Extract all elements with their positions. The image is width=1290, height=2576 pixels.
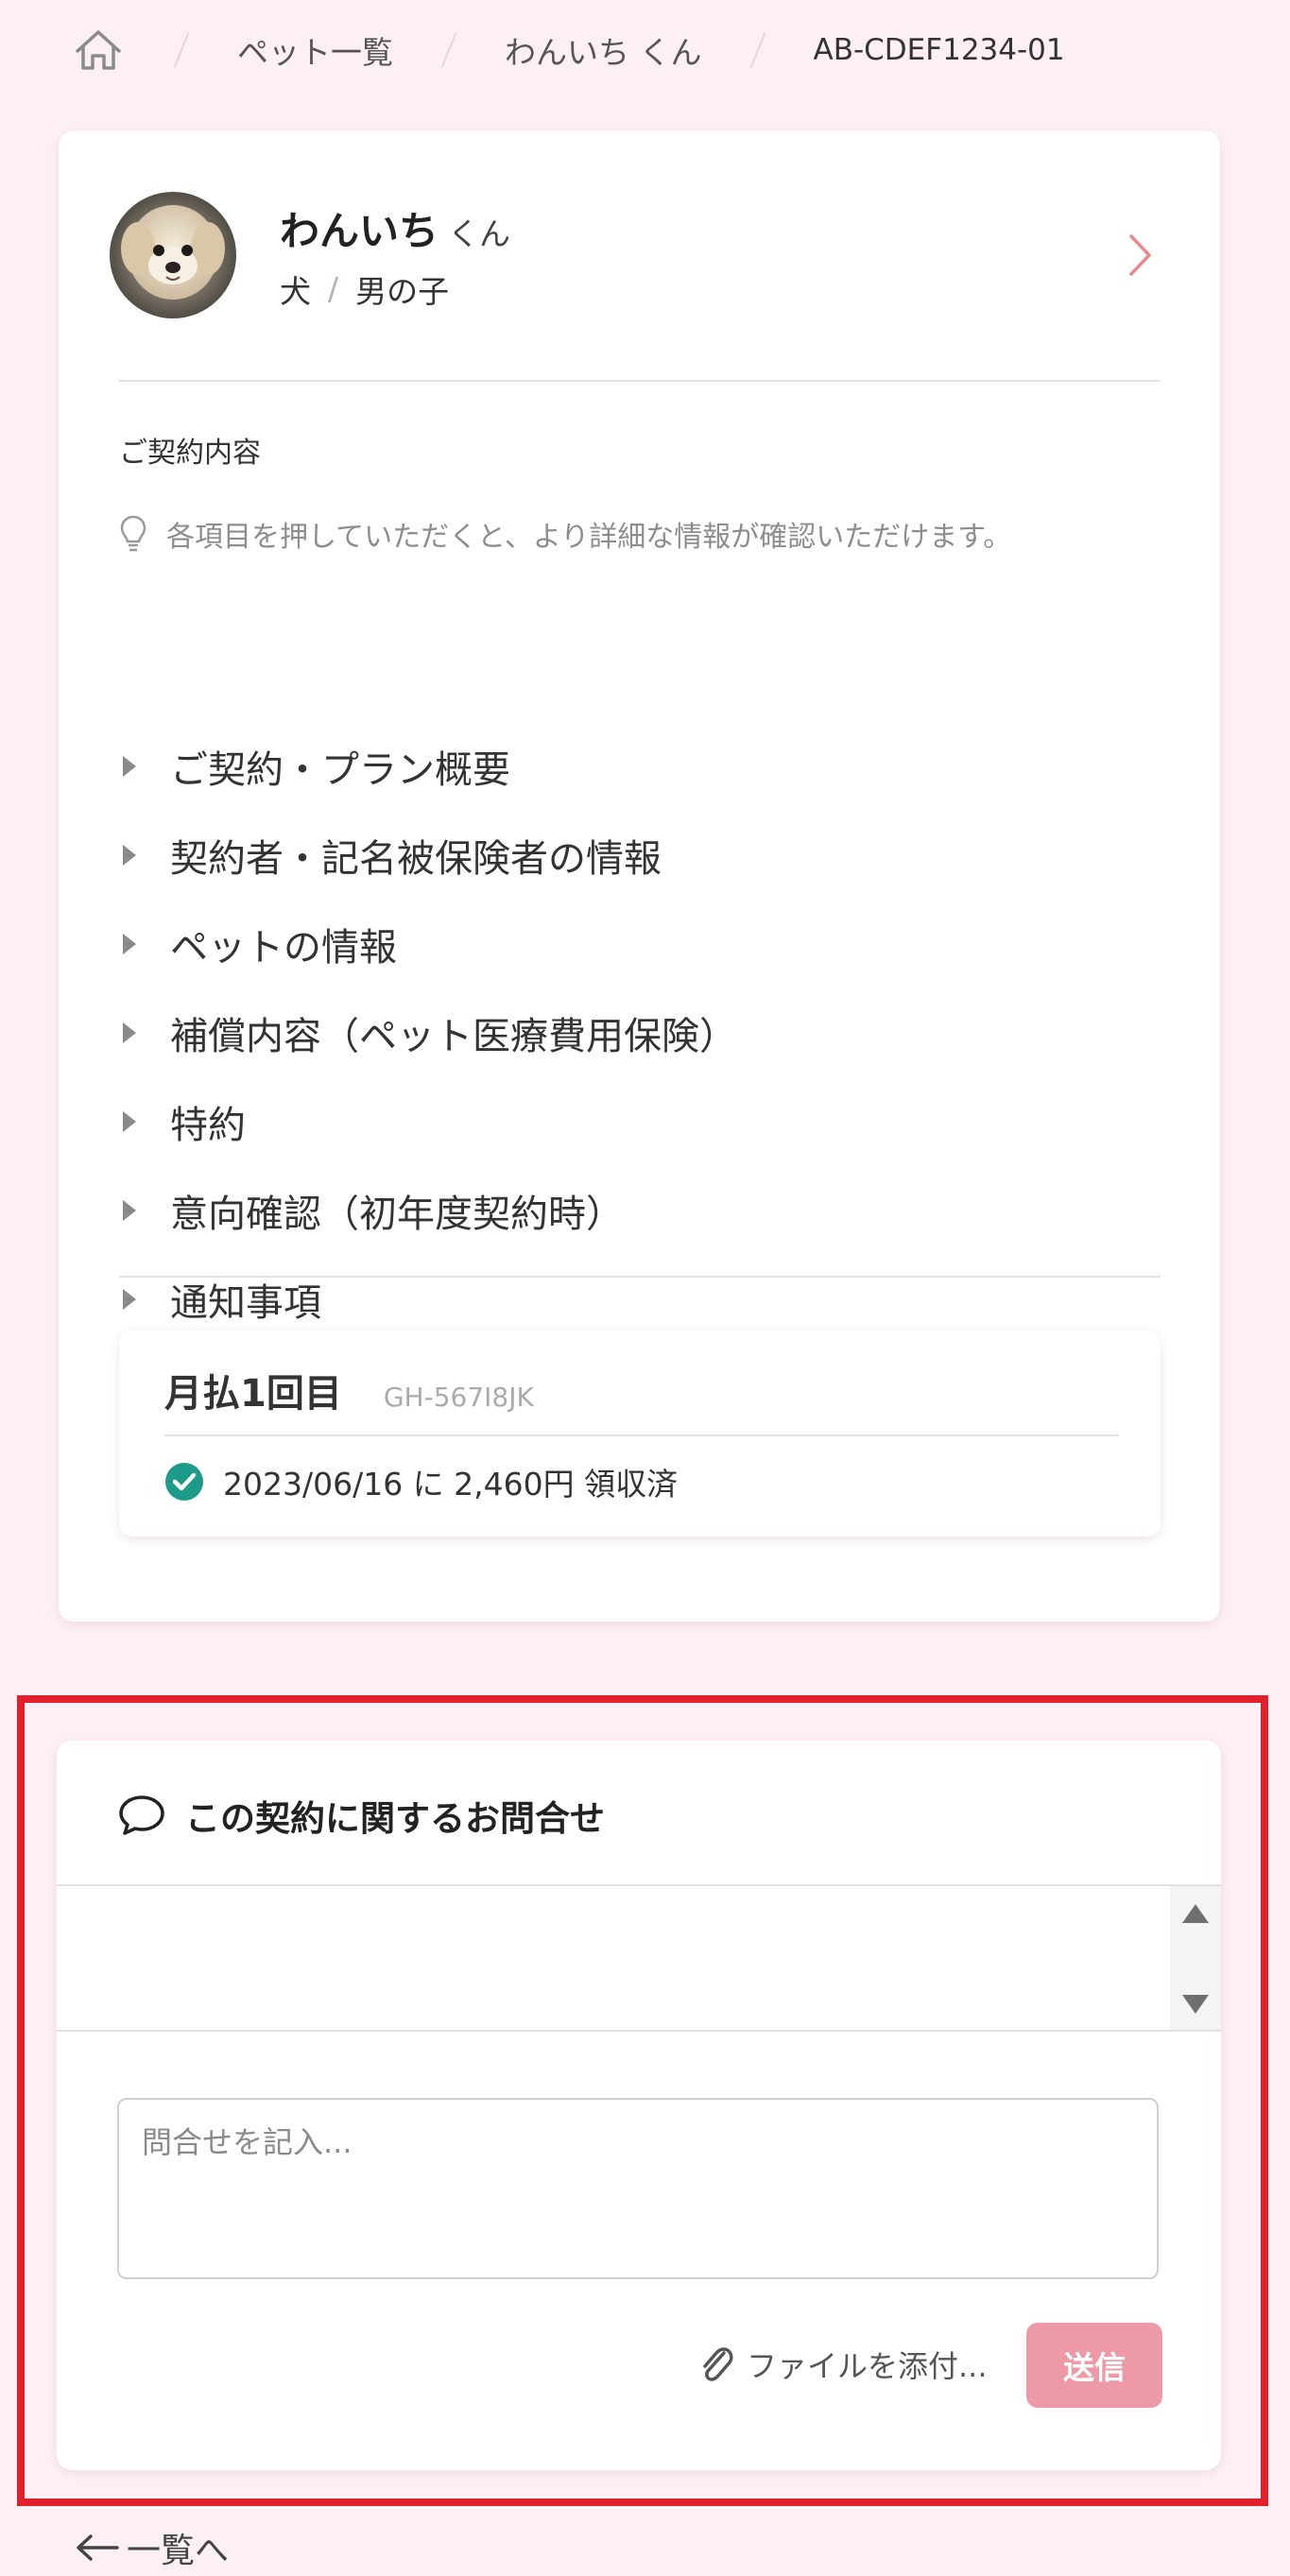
pet-species: 犬	[280, 272, 311, 310]
lightbulb-icon	[119, 512, 157, 556]
hint-text: 各項目を押していただくと、より詳細な情報が確認いただけます。	[166, 521, 1012, 554]
breadcrumb-separator	[435, 31, 463, 69]
message-history[interactable]	[57, 1886, 1221, 2030]
meta-separator: /	[328, 270, 339, 307]
caret-right-icon	[123, 756, 136, 777]
payment-box: 月払1回目 GH-567I8JK 2023/06/16 に 2,460円 領収済	[119, 1331, 1161, 1537]
chat-bubble-icon	[119, 1795, 164, 1835]
pet-name-row: わんいち くん	[280, 199, 510, 257]
send-button[interactable]: 送信	[1026, 2323, 1162, 2408]
inquiry-input[interactable]	[117, 2098, 1159, 2279]
section-title: ご契約内容	[119, 437, 261, 470]
inquiry-title: この契約に関するお問合せ	[185, 1798, 605, 1839]
divider	[57, 2030, 1221, 2032]
hint: 各項目を押していただくと、より詳細な情報が確認いただけます。	[119, 512, 1011, 556]
scroll-up-icon[interactable]	[1179, 1899, 1212, 1928]
breadcrumb: ペット一覧 わんいち くん AB-CDEF1234-01	[71, 17, 1065, 83]
divider	[164, 1434, 1119, 1436]
back-to-list-link[interactable]: 一覧へ	[74, 2523, 229, 2572]
pet-name: わんいち	[280, 207, 439, 254]
detail-item-label: 契約者・記名被保険者の情報	[170, 837, 662, 881]
attach-file-label: ファイルを添付...	[747, 2348, 988, 2384]
detail-item-plan-summary[interactable]: ご契約・プラン概要	[119, 733, 1140, 799]
divider	[119, 380, 1161, 382]
detail-item-label: 通知事項	[170, 1281, 321, 1325]
payment-title-row: 月払1回目 GH-567I8JK	[164, 1363, 534, 1417]
arrow-left-icon	[77, 2534, 119, 2561]
detail-item-label: 補償内容（ペット医療費用保険）	[170, 1015, 737, 1058]
pet-honorific: くん	[448, 215, 511, 252]
detail-item-policyholder[interactable]: 契約者・記名被保険者の情報	[119, 822, 1140, 888]
paperclip-icon	[703, 2347, 733, 2381]
pet-profile-link[interactable]: わんいち くん 犬 / 男の子	[110, 189, 1168, 321]
caret-right-icon	[123, 934, 136, 954]
detail-item-pet-info[interactable]: ペットの情報	[119, 911, 1140, 977]
scroll-down-icon[interactable]	[1179, 1990, 1212, 2018]
attach-file-button[interactable]: ファイルを添付...	[696, 2342, 988, 2387]
detail-item-intent-confirmation[interactable]: 意向確認（初年度契約時）	[119, 1177, 1140, 1244]
pet-meta: 犬 / 男の子	[280, 266, 510, 312]
chevron-right-icon[interactable]	[1111, 227, 1168, 283]
detail-item-label: 特約	[170, 1104, 246, 1147]
detail-item-label: ご契約・プラン概要	[170, 748, 510, 792]
detail-item-special-terms[interactable]: 特約	[119, 1089, 1140, 1155]
breadcrumb-separator	[744, 31, 772, 69]
caret-right-icon	[123, 1111, 136, 1132]
payment-code: GH-567I8JK	[383, 1382, 534, 1413]
breadcrumb-separator	[167, 31, 196, 69]
payment-status: 2023/06/16 に 2,460円 領収済	[164, 1459, 678, 1504]
detail-item-label: ペットの情報	[170, 926, 397, 970]
breadcrumb-pets-link[interactable]: ペット一覧	[237, 27, 393, 73]
inquiry-card: この契約に関するお問合せ ファイルを添付... 送信	[57, 1741, 1221, 2470]
home-icon[interactable]	[71, 23, 126, 77]
pet-sex: 男の子	[355, 272, 450, 310]
payment-title: 月払1回目	[164, 1372, 342, 1416]
divider	[119, 1276, 1161, 1278]
caret-right-icon	[123, 1200, 136, 1221]
scrollbar[interactable]	[1170, 1886, 1221, 2030]
detail-item-label: 意向確認（初年度契約時）	[170, 1193, 624, 1236]
back-label: 一覧へ	[127, 2532, 230, 2570]
dog-avatar	[110, 192, 236, 318]
pet-info: わんいち くん 犬 / 男の子	[280, 199, 510, 312]
check-circle-icon	[165, 1463, 203, 1501]
breadcrumb-pet-link[interactable]: わんいち くん	[505, 27, 702, 73]
payment-status-text: 2023/06/16 に 2,460円 領収済	[223, 1466, 679, 1503]
caret-right-icon	[123, 1289, 136, 1310]
inquiry-header: この契約に関するお問合せ	[117, 1790, 605, 1841]
detail-item-coverage[interactable]: 補償内容（ペット医療費用保険）	[119, 1000, 1140, 1066]
caret-right-icon	[123, 1022, 136, 1043]
breadcrumb-contract-id: AB-CDEF1234-01	[813, 33, 1065, 67]
contract-card: わんいち くん 犬 / 男の子 ご契約内容 各項目を押していただくと、より詳細な	[59, 130, 1220, 1622]
caret-right-icon	[123, 845, 136, 866]
